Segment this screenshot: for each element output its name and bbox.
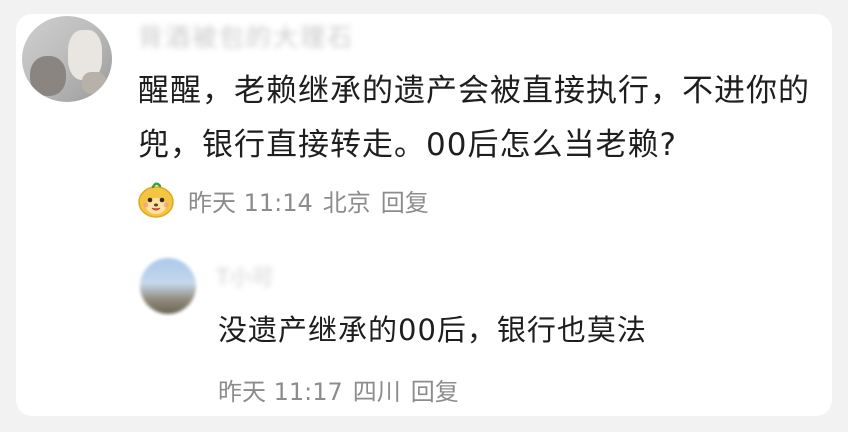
reply-time: 昨天 11:17: [218, 377, 343, 406]
comment-card: 背酒被包的大理石 醒醒，老赖继承的遗产会被直接执行，不进你的兜，银行直接转走。0…: [16, 14, 832, 416]
commenter-username[interactable]: 背酒被包的大理石: [138, 18, 354, 52]
reply-location: 四川: [352, 377, 401, 406]
smiling-mascot-icon: [138, 182, 174, 218]
comment-meta: 昨天 11:14 北京 回复: [136, 180, 439, 220]
reply-button[interactable]: 回复: [381, 183, 429, 218]
comment-location: 北京: [322, 188, 371, 217]
avatar-shape: [30, 56, 66, 96]
comment-time: 昨天 11:14: [188, 188, 313, 217]
reply-avatar[interactable]: [140, 258, 196, 314]
reply-to-reply-button[interactable]: 回复: [411, 372, 459, 407]
reply-text: 没遗产继承的00后，银行也莫法: [218, 313, 647, 347]
comment-text: 醒醒，老赖继承的遗产会被直接执行，不进你的兜，银行直接转走。00后怎么当老赖?: [138, 73, 810, 163]
reply-meta: 昨天 11:17 四川 回复: [218, 371, 469, 407]
reply-username[interactable]: T小可: [216, 260, 273, 292]
avatar-shape: [82, 72, 106, 94]
commenter-avatar[interactable]: [22, 16, 112, 102]
